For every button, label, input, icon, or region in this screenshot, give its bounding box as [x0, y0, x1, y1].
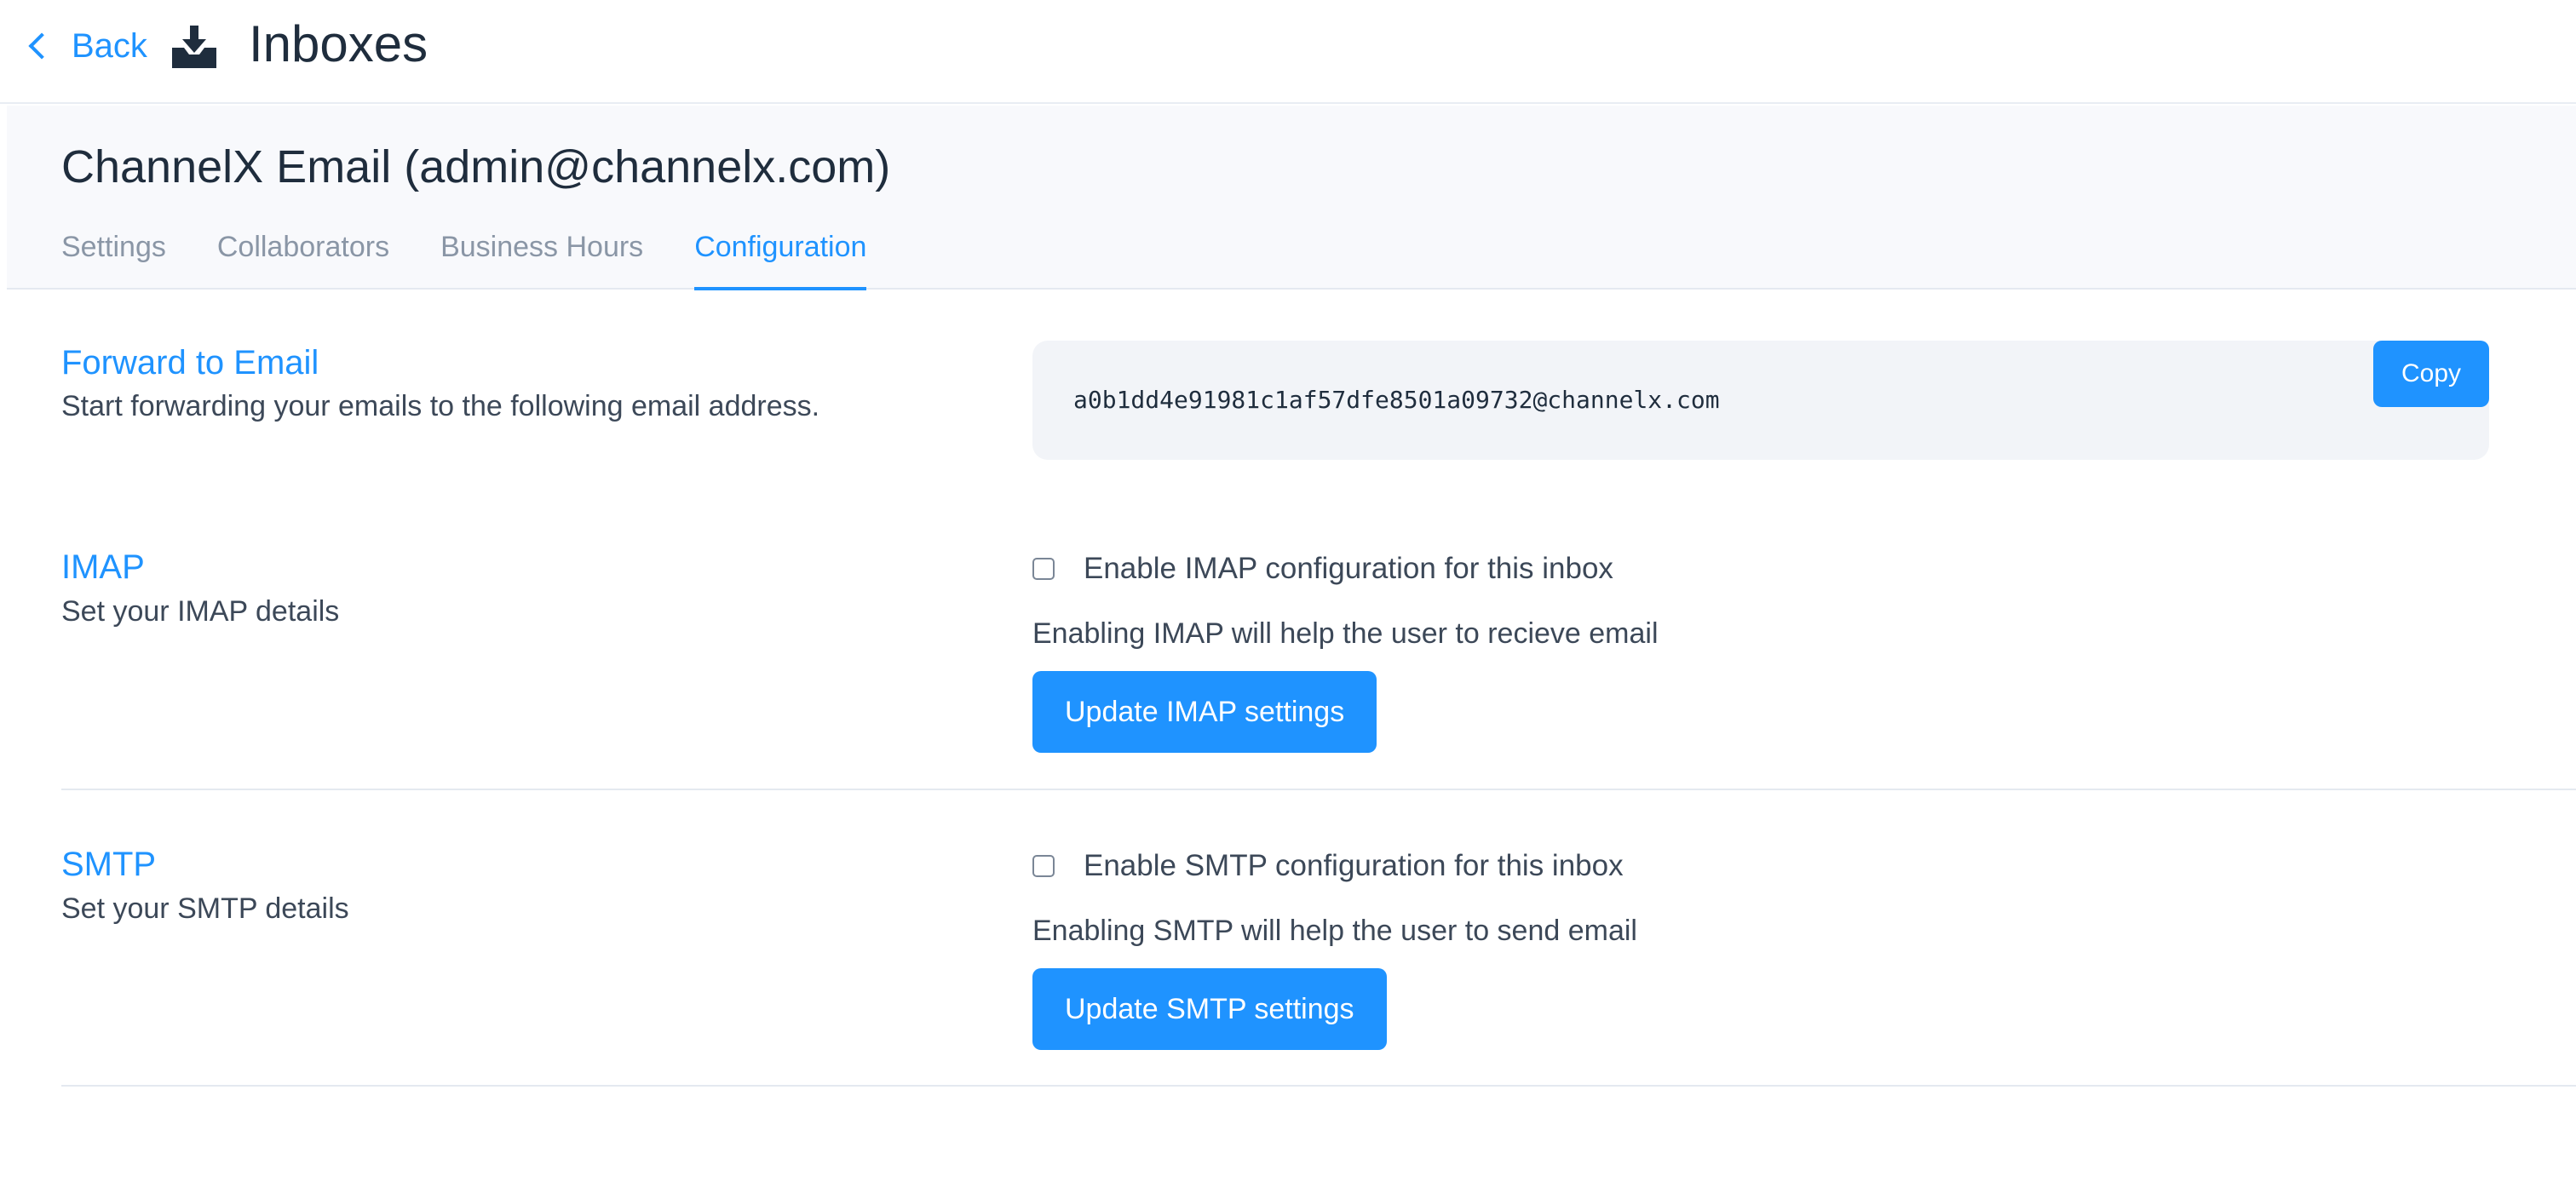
tab-configuration[interactable]: Configuration: [694, 221, 867, 290]
back-button[interactable]: Back: [24, 22, 147, 70]
inbox-tabs: Settings Collaborators Business Hours Co…: [61, 221, 917, 290]
update-smtp-button[interactable]: Update SMTP settings: [1032, 968, 1387, 1050]
forward-section-description: Start forwarding your emails to the foll…: [61, 390, 820, 422]
smtp-enable-checkbox[interactable]: [1032, 855, 1055, 877]
update-imap-button[interactable]: Update IMAP settings: [1032, 671, 1377, 753]
smtp-help-text: Enabling SMTP will help the user to send…: [1032, 915, 1637, 947]
back-label: Back: [72, 26, 147, 65]
tab-collaborators[interactable]: Collaborators: [217, 221, 389, 290]
imap-enable-row: Enable IMAP configuration for this inbox: [1032, 548, 1613, 589]
tab-business-hours[interactable]: Business Hours: [440, 221, 643, 290]
smtp-section-title: SMTP: [61, 846, 157, 883]
imap-help-text: Enabling IMAP will help the user to reci…: [1032, 617, 1659, 650]
top-header: Back Inboxes: [0, 0, 2576, 104]
tab-settings[interactable]: Settings: [61, 221, 166, 290]
smtp-enable-label: Enable SMTP configuration for this inbox: [1084, 849, 1624, 882]
section-divider: [61, 789, 2576, 790]
forward-email-box: a0b1dd4e91981c1af57dfe8501a09732@channel…: [1032, 341, 2489, 460]
page-title: Inboxes: [249, 15, 428, 72]
imap-section-description: Set your IMAP details: [61, 595, 340, 628]
imap-enable-checkbox[interactable]: [1032, 558, 1055, 580]
chevron-left-icon: [28, 32, 55, 60]
smtp-enable-row: Enable SMTP configuration for this inbox: [1032, 846, 1624, 886]
imap-section-title: IMAP: [61, 548, 145, 586]
smtp-section-description: Set your SMTP details: [61, 892, 349, 925]
forward-section-title: Forward to Email: [61, 344, 319, 382]
inbox-subheader: ChannelX Email (admin@channelx.com) Sett…: [7, 106, 2576, 290]
forward-email-address: a0b1dd4e91981c1af57dfe8501a09732@channel…: [1073, 386, 1720, 414]
copy-button[interactable]: Copy: [2373, 341, 2489, 407]
inbox-title: ChannelX Email (admin@channelx.com): [61, 141, 891, 192]
section-divider: [61, 1085, 2576, 1087]
imap-enable-label: Enable IMAP configuration for this inbox: [1084, 552, 1613, 585]
inbox-download-icon: [172, 26, 216, 68]
